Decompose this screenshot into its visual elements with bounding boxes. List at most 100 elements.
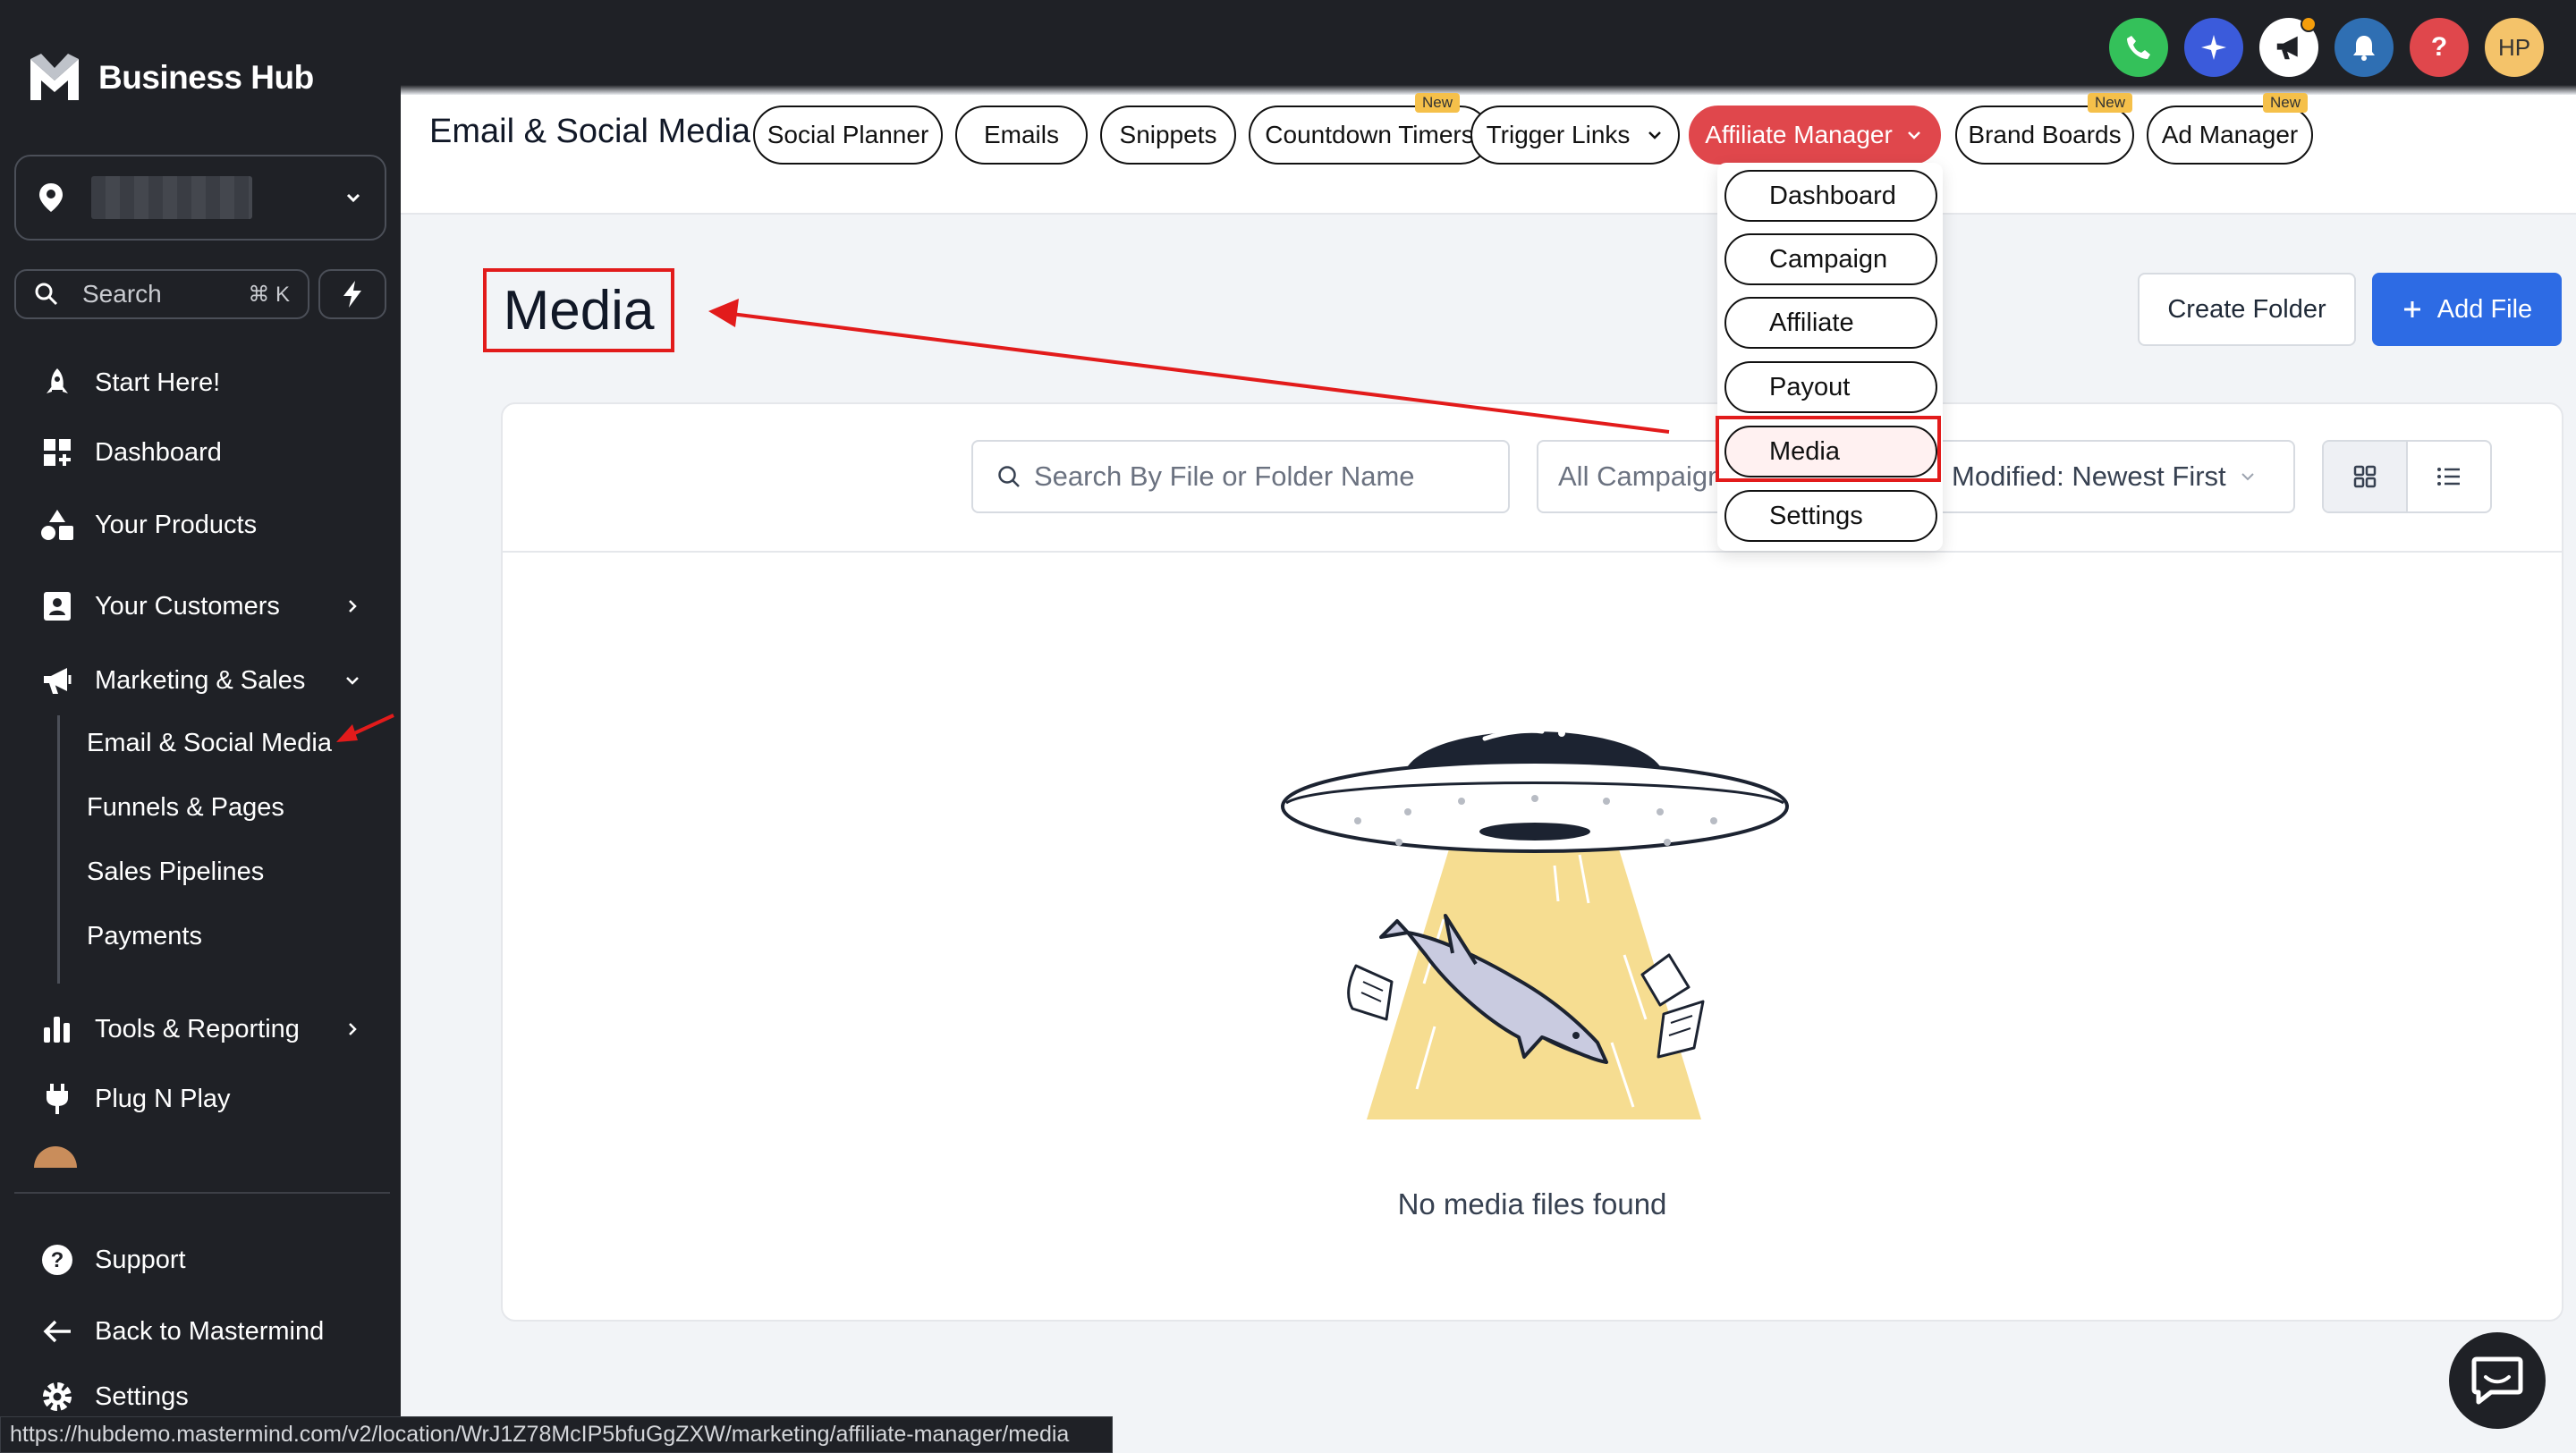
tab-snippets[interactable]: Snippets [1100,106,1236,165]
page-title: Media [503,279,655,342]
nav-marketing-sales[interactable]: Marketing & Sales [0,654,401,707]
grid-icon [2353,465,2377,488]
submenu-rail [57,715,60,984]
search-icon [35,283,58,306]
sort-select[interactable]: Modified: Newest First [1930,440,2295,513]
mastermind-logo-icon [30,54,79,100]
list-view-button[interactable] [2408,442,2490,511]
chevron-down-icon [346,193,360,203]
help-circle-icon: ? [39,1242,75,1278]
shapes-icon [39,507,75,543]
media-menu-highlight [1716,416,1941,482]
nav-tools-reporting[interactable]: Tools & Reporting [0,1002,401,1056]
tab-label: Trigger Links [1486,121,1631,148]
tab-label: Social Planner [767,121,929,148]
tab-countdown-timers[interactable]: Countdown Timers [1249,106,1490,165]
campaign-filter-select[interactable]: All Campaigns [1537,440,1733,513]
chevron-right-icon [349,600,357,612]
ai-assistant-button[interactable] [2184,18,2243,77]
nav-your-products[interactable]: Your Products [0,498,401,552]
add-file-button[interactable]: Add File [2372,273,2562,346]
nav-back-to-mastermind[interactable]: Back to Mastermind [0,1305,401,1358]
nav-dashboard[interactable]: Dashboard [0,426,401,479]
nav-label: Settings [95,1381,189,1411]
add-file-label: Add File [2436,294,2533,324]
nav-label: Tools & Reporting [95,1014,300,1043]
nav-your-customers[interactable]: Your Customers [0,579,401,633]
svg-text:?: ? [51,1248,64,1272]
nav-start-here[interactable]: Start Here! [0,356,401,410]
sparkle-icon [2201,35,2226,60]
subnav-sales-pipelines[interactable]: Sales Pipelines [87,857,264,887]
subnav-email-social-media[interactable]: Email & Social Media [87,729,332,758]
chevron-right-icon [349,1023,357,1035]
link-status-bar: https://hubdemo.mastermind.com/v2/locati… [0,1416,1113,1453]
search-icon [998,466,1020,487]
user-avatar[interactable]: HP [2485,18,2544,77]
nav-label: Start Here! [95,367,221,397]
notification-dot [2301,16,2317,32]
media-toolbar: Search By File or Folder Name All Campai… [503,404,2562,553]
subnav-payments[interactable]: Payments [87,922,202,951]
help-glyph: ? [2430,32,2448,62]
gear-icon [39,1379,75,1415]
top-bar: ? HP [401,0,2576,95]
chat-bubble-icon [2471,1356,2523,1405]
rocket-icon [39,365,75,401]
chevron-down-icon [2241,473,2254,481]
brand[interactable]: Business Hub [27,50,314,106]
announcements-button[interactable] [2259,16,2318,77]
location-name-redacted [91,176,252,219]
nav-label: Plug N Play [95,1084,231,1113]
campaign-filter-value: All Campaigns [1558,460,1733,492]
create-folder-button[interactable]: Create Folder [2138,273,2356,346]
plug-icon [39,1081,75,1117]
brand-name: Business Hub [98,59,314,96]
tab-emails[interactable]: Emails [955,106,1088,165]
tab-trigger-links[interactable]: Trigger Links [1470,106,1680,165]
search-label: Search [82,280,162,308]
grid-view-button[interactable] [2324,442,2408,511]
quick-actions-button[interactable] [318,269,386,319]
module-title: Email & Social Media [429,113,751,150]
nav-settings[interactable]: Settings [0,1370,401,1423]
tab-social-planner[interactable]: Social Planner [753,106,943,165]
chevron-down-icon [346,677,359,685]
nav-label: Marketing & Sales [95,665,306,695]
file-search-input[interactable]: Search By File or Folder Name [971,440,1510,513]
sidebar-divider [14,1192,390,1194]
menu-item-dashboard[interactable]: Dashboard [1724,170,1937,222]
sidebar-search[interactable]: Search ⌘ K [14,269,309,319]
tab-brand-boards[interactable]: Brand Boards [1955,106,2134,165]
nav-plug-n-play[interactable]: Plug N Play [0,1072,401,1126]
notifications-button[interactable] [2334,18,2394,77]
subnav-funnels-pages[interactable]: Funnels & Pages [87,793,284,823]
nav-label: Back to Mastermind [95,1316,325,1346]
tab-ad-manager[interactable]: Ad Manager [2147,106,2313,165]
chevron-down-icon [1908,131,1920,139]
megaphone-icon [39,663,75,698]
tab-label: Snippets [1119,121,1217,148]
nav-support[interactable]: ? Support [0,1233,401,1287]
tab-affiliate-manager[interactable]: Affiliate Manager [1689,106,1941,165]
menu-item-payout[interactable]: Payout [1724,361,1937,413]
bar-chart-icon [39,1011,75,1047]
menu-item-settings[interactable]: Settings [1724,490,1937,542]
menu-item-affiliate[interactable]: Affiliate [1724,297,1937,349]
location-switcher[interactable] [14,155,386,241]
menu-item-campaign[interactable]: Campaign [1724,233,1937,285]
view-toggle [2322,440,2492,513]
nav-label: Your Customers [95,591,280,621]
chat-widget-button[interactable] [2449,1332,2546,1429]
contact-card-icon [39,588,75,624]
phone-button[interactable] [2109,18,2168,77]
nav-label: Dashboard [95,437,222,467]
plus-icon [2403,301,2420,317]
user-avatar-partial[interactable] [34,1146,77,1168]
media-library-card: Search By File or Folder Name All Campai… [501,402,2563,1322]
map-pin-icon [39,183,63,212]
new-badge: New [2263,93,2309,113]
help-button[interactable]: ? [2410,18,2469,77]
tab-label: Affiliate Manager [1705,121,1893,148]
affiliate-manager-dropdown: Dashboard Campaign Affiliate Payout Medi… [1717,163,1943,551]
